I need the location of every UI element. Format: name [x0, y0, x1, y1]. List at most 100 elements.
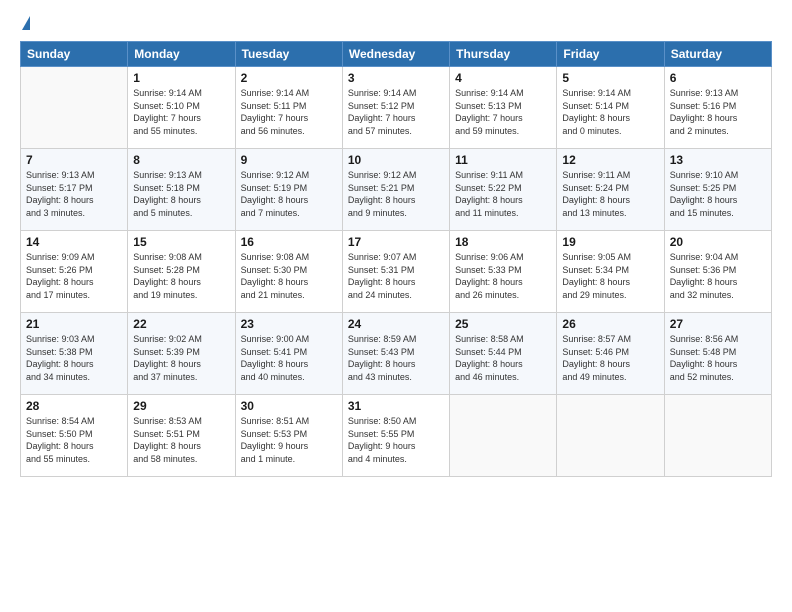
day-number: 13	[670, 153, 766, 167]
day-number: 19	[562, 235, 658, 249]
calendar-cell: 2Sunrise: 9:14 AM Sunset: 5:11 PM Daylig…	[235, 67, 342, 149]
calendar-cell: 16Sunrise: 9:08 AM Sunset: 5:30 PM Dayli…	[235, 231, 342, 313]
calendar-cell: 9 Sunrise: 9:12 AM Sunset: 5:19 PM Daylig…	[235, 149, 342, 231]
calendar-cell: 13 Sunrise: 9:10 AM Sunset: 5:25 PM Dayli…	[664, 149, 771, 231]
day-number: 10	[348, 153, 444, 167]
day-number: 17	[348, 235, 444, 249]
day-number: 8	[133, 153, 229, 167]
calendar-header-tuesday: Tuesday	[235, 42, 342, 67]
day-info: Sunrise: 8:51 AM Sunset: 5:53 PM Dayligh…	[241, 415, 337, 465]
day-number: 16	[241, 235, 337, 249]
calendar-cell: 29 Sunrise: 8:53 AM Sunset: 5:51 PM Dayli…	[128, 395, 235, 477]
calendar-week-row: 7 Sunrise: 9:13 AM Sunset: 5:17 PM Daylig…	[21, 149, 772, 231]
day-number: 24	[348, 317, 444, 331]
day-info: Sunrise: 9:00 AM Sunset: 5:41 PM Dayligh…	[241, 333, 337, 383]
day-info: Sunrise: 8:56 AM Sunset: 5:48 PM Dayligh…	[670, 333, 766, 383]
day-info: Sunrise: 9:08 AM Sunset: 5:28 PM Dayligh…	[133, 251, 229, 301]
calendar-cell	[21, 67, 128, 149]
day-number: 14	[26, 235, 122, 249]
calendar-header-saturday: Saturday	[664, 42, 771, 67]
calendar-cell: 17Sunrise: 9:07 AM Sunset: 5:31 PM Dayli…	[342, 231, 449, 313]
calendar-header-friday: Friday	[557, 42, 664, 67]
day-number: 1	[133, 71, 229, 85]
day-info: Sunrise: 8:57 AM Sunset: 5:46 PM Dayligh…	[562, 333, 658, 383]
day-number: 23	[241, 317, 337, 331]
calendar-cell: 4 Sunrise: 9:14 AM Sunset: 5:13 PM Daylig…	[450, 67, 557, 149]
day-number: 18	[455, 235, 551, 249]
day-info: Sunrise: 9:13 AM Sunset: 5:17 PM Dayligh…	[26, 169, 122, 219]
day-info: Sunrise: 9:14 AM Sunset: 5:11 PM Dayligh…	[241, 87, 337, 137]
day-number: 11	[455, 153, 551, 167]
day-number: 28	[26, 399, 122, 413]
day-info: Sunrise: 9:13 AM Sunset: 5:16 PM Dayligh…	[670, 87, 766, 137]
calendar-header-monday: Monday	[128, 42, 235, 67]
calendar-week-row: 14 Sunrise: 9:09 AM Sunset: 5:26 PM Dayli…	[21, 231, 772, 313]
day-number: 26	[562, 317, 658, 331]
calendar-header-row: SundayMondayTuesdayWednesdayThursdayFrid…	[21, 42, 772, 67]
day-info: Sunrise: 9:06 AM Sunset: 5:33 PM Dayligh…	[455, 251, 551, 301]
calendar-cell: 5 Sunrise: 9:14 AM Sunset: 5:14 PM Daylig…	[557, 67, 664, 149]
day-info: Sunrise: 9:12 AM Sunset: 5:21 PM Dayligh…	[348, 169, 444, 219]
calendar-cell	[664, 395, 771, 477]
day-number: 6	[670, 71, 766, 85]
calendar-cell: 21 Sunrise: 9:03 AM Sunset: 5:38 PM Dayli…	[21, 313, 128, 395]
calendar-cell: 15 Sunrise: 9:08 AM Sunset: 5:28 PM Dayli…	[128, 231, 235, 313]
day-info: Sunrise: 9:14 AM Sunset: 5:12 PM Dayligh…	[348, 87, 444, 137]
calendar-cell: 28Sunrise: 8:54 AM Sunset: 5:50 PM Dayli…	[21, 395, 128, 477]
logo-triangle-icon	[22, 16, 30, 30]
calendar-cell	[450, 395, 557, 477]
day-number: 4	[455, 71, 551, 85]
day-info: Sunrise: 9:02 AM Sunset: 5:39 PM Dayligh…	[133, 333, 229, 383]
day-info: Sunrise: 8:50 AM Sunset: 5:55 PM Dayligh…	[348, 415, 444, 465]
calendar-header-wednesday: Wednesday	[342, 42, 449, 67]
header	[20, 16, 772, 31]
day-info: Sunrise: 9:14 AM Sunset: 5:10 PM Dayligh…	[133, 87, 229, 137]
day-info: Sunrise: 9:04 AM Sunset: 5:36 PM Dayligh…	[670, 251, 766, 301]
calendar-cell: 23 Sunrise: 9:00 AM Sunset: 5:41 PM Dayli…	[235, 313, 342, 395]
day-info: Sunrise: 8:53 AM Sunset: 5:51 PM Dayligh…	[133, 415, 229, 465]
calendar-week-row: 1 Sunrise: 9:14 AM Sunset: 5:10 PM Daylig…	[21, 67, 772, 149]
day-info: Sunrise: 9:14 AM Sunset: 5:13 PM Dayligh…	[455, 87, 551, 137]
day-number: 12	[562, 153, 658, 167]
logo	[20, 16, 30, 31]
day-number: 21	[26, 317, 122, 331]
calendar-week-row: 21 Sunrise: 9:03 AM Sunset: 5:38 PM Dayli…	[21, 313, 772, 395]
calendar-cell: 14 Sunrise: 9:09 AM Sunset: 5:26 PM Dayli…	[21, 231, 128, 313]
day-number: 15	[133, 235, 229, 249]
day-info: Sunrise: 9:14 AM Sunset: 5:14 PM Dayligh…	[562, 87, 658, 137]
day-number: 30	[241, 399, 337, 413]
day-number: 7	[26, 153, 122, 167]
day-info: Sunrise: 9:10 AM Sunset: 5:25 PM Dayligh…	[670, 169, 766, 219]
day-number: 3	[348, 71, 444, 85]
day-number: 22	[133, 317, 229, 331]
day-number: 5	[562, 71, 658, 85]
day-number: 29	[133, 399, 229, 413]
day-info: Sunrise: 9:03 AM Sunset: 5:38 PM Dayligh…	[26, 333, 122, 383]
calendar-cell: 22 Sunrise: 9:02 AM Sunset: 5:39 PM Dayli…	[128, 313, 235, 395]
calendar-cell: 3 Sunrise: 9:14 AM Sunset: 5:12 PM Daylig…	[342, 67, 449, 149]
calendar-table: SundayMondayTuesdayWednesdayThursdayFrid…	[20, 41, 772, 477]
day-number: 9	[241, 153, 337, 167]
day-number: 31	[348, 399, 444, 413]
calendar-header-sunday: Sunday	[21, 42, 128, 67]
calendar-cell: 30 Sunrise: 8:51 AM Sunset: 5:53 PM Dayli…	[235, 395, 342, 477]
calendar-cell: 20 Sunrise: 9:04 AM Sunset: 5:36 PM Dayli…	[664, 231, 771, 313]
calendar-cell: 8Sunrise: 9:13 AM Sunset: 5:18 PM Daylig…	[128, 149, 235, 231]
page: SundayMondayTuesdayWednesdayThursdayFrid…	[0, 0, 792, 612]
calendar-cell: 1 Sunrise: 9:14 AM Sunset: 5:10 PM Daylig…	[128, 67, 235, 149]
calendar-cell	[557, 395, 664, 477]
day-info: Sunrise: 8:59 AM Sunset: 5:43 PM Dayligh…	[348, 333, 444, 383]
calendar-cell: 24 Sunrise: 8:59 AM Sunset: 5:43 PM Dayli…	[342, 313, 449, 395]
day-info: Sunrise: 9:11 AM Sunset: 5:24 PM Dayligh…	[562, 169, 658, 219]
calendar-header-thursday: Thursday	[450, 42, 557, 67]
day-info: Sunrise: 9:09 AM Sunset: 5:26 PM Dayligh…	[26, 251, 122, 301]
calendar-cell: 27 Sunrise: 8:56 AM Sunset: 5:48 PM Dayli…	[664, 313, 771, 395]
calendar-cell: 7 Sunrise: 9:13 AM Sunset: 5:17 PM Daylig…	[21, 149, 128, 231]
calendar-cell: 18 Sunrise: 9:06 AM Sunset: 5:33 PM Dayli…	[450, 231, 557, 313]
day-info: Sunrise: 9:12 AM Sunset: 5:19 PM Dayligh…	[241, 169, 337, 219]
calendar-cell: 6 Sunrise: 9:13 AM Sunset: 5:16 PM Daylig…	[664, 67, 771, 149]
day-number: 20	[670, 235, 766, 249]
calendar-cell: 25Sunrise: 8:58 AM Sunset: 5:44 PM Dayli…	[450, 313, 557, 395]
day-info: Sunrise: 9:11 AM Sunset: 5:22 PM Dayligh…	[455, 169, 551, 219]
day-number: 27	[670, 317, 766, 331]
